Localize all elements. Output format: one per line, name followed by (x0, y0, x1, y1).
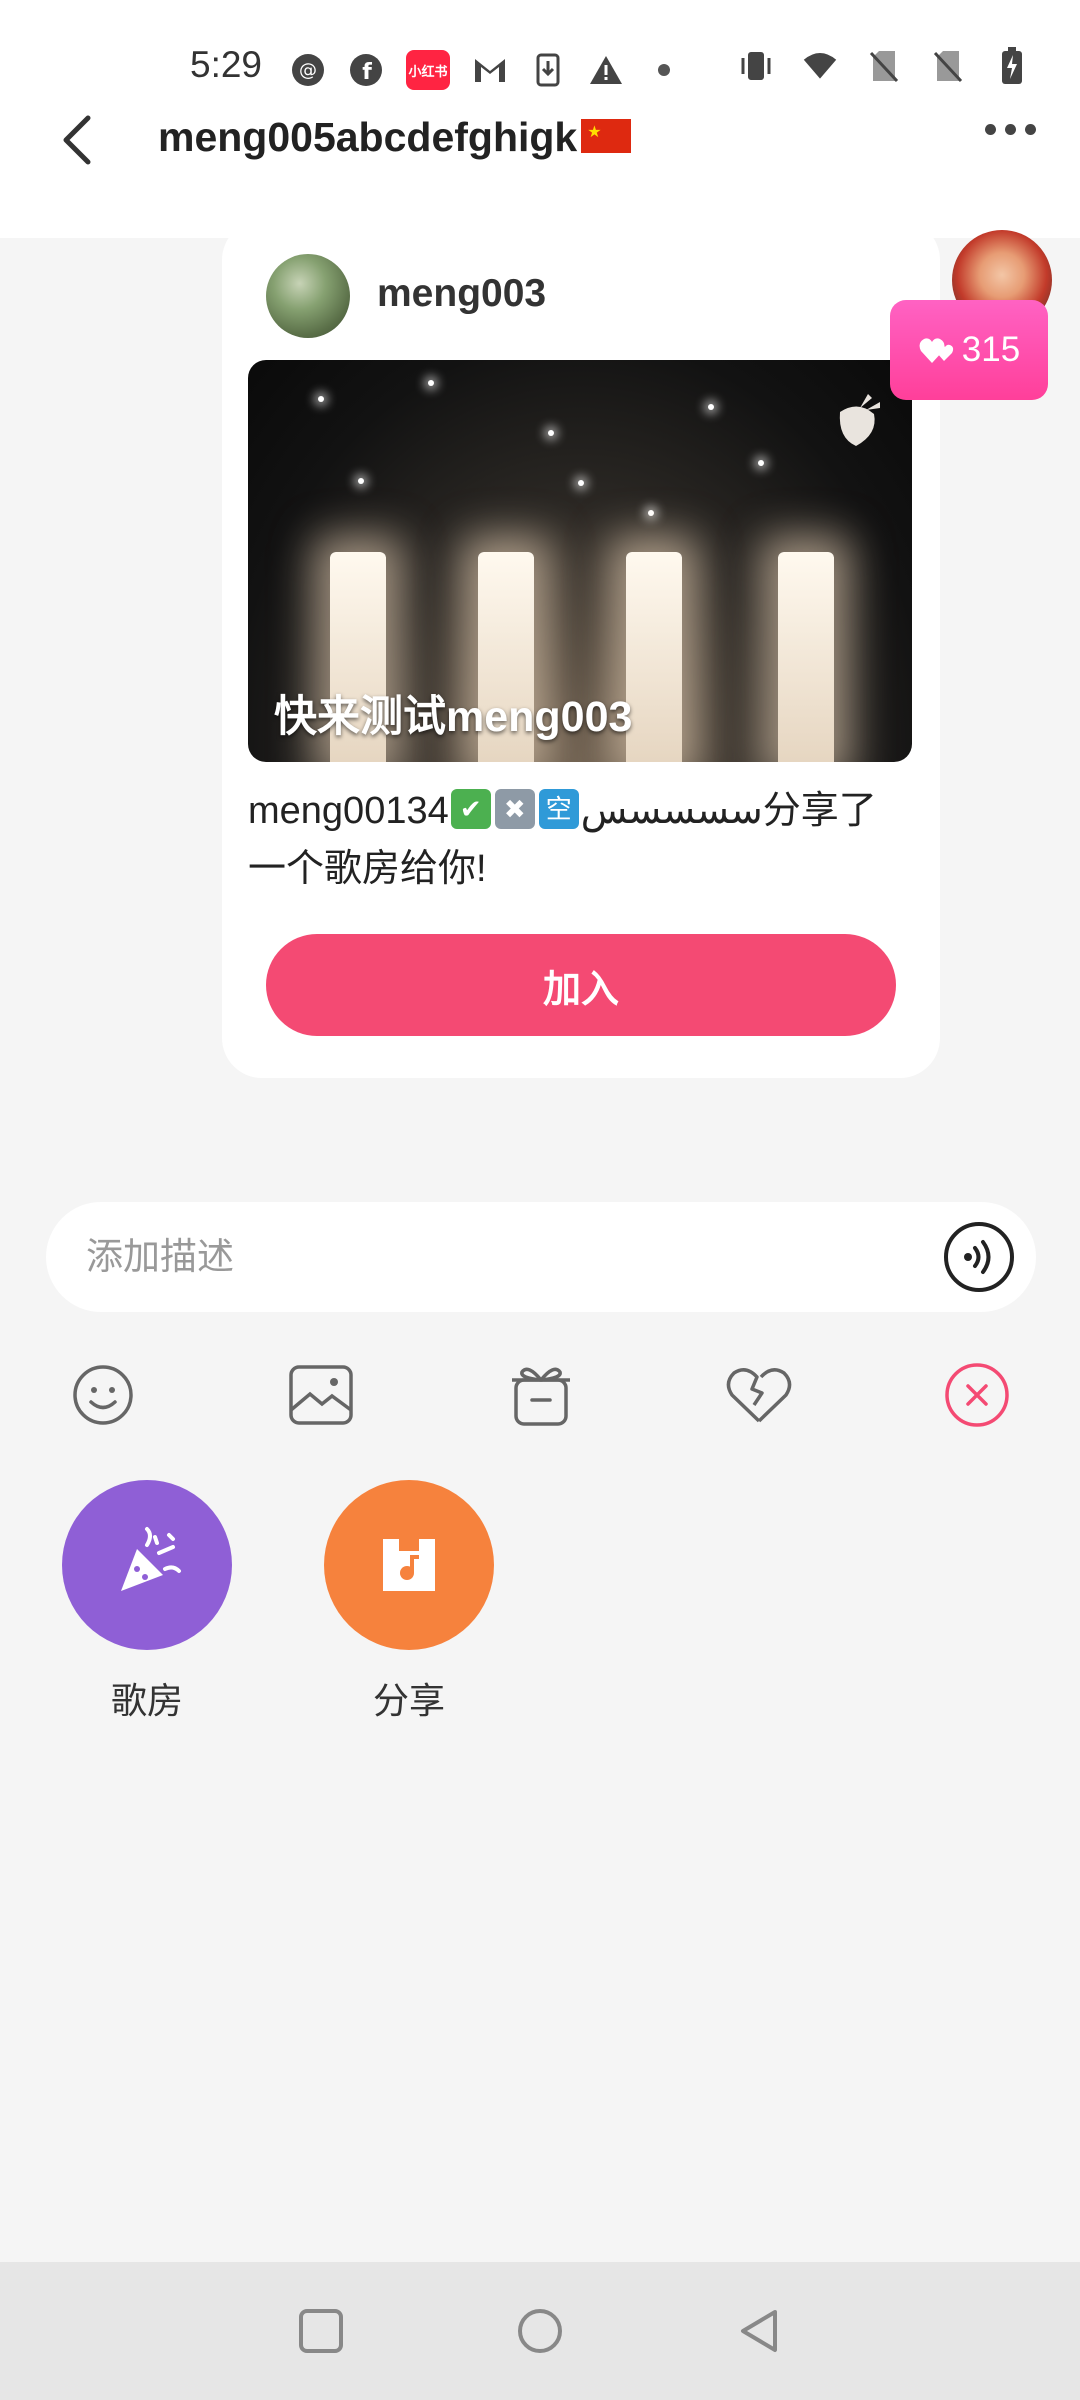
download-icon (530, 52, 566, 88)
likes-count: 315 (961, 330, 1021, 369)
no-sim-icon (866, 48, 902, 84)
back-button[interactable] (56, 114, 104, 166)
svg-text:f: f (362, 60, 372, 85)
vibrate-icon (738, 48, 774, 84)
recents-button[interactable] (296, 2306, 346, 2356)
back-nav-button[interactable] (735, 2306, 785, 2356)
share-label: 分享 (372, 1680, 445, 1721)
battery-charging-icon (994, 47, 1030, 84)
party-icon (62, 1480, 232, 1650)
input-toolbar (0, 1360, 1080, 1440)
chat-title-text: meng005abcdefghigk (158, 114, 578, 160)
warning-icon (588, 52, 624, 88)
broken-heart-icon[interactable] (724, 1360, 794, 1430)
song-room-label: 歌房 (110, 1680, 183, 1721)
wifi-icon (802, 48, 838, 84)
share-message: meng001سسسسس空✖✔34分享了一个歌房给你! (248, 782, 908, 898)
song-room-app[interactable]: 歌房 (62, 1480, 232, 1724)
sender-avatar[interactable] (266, 254, 350, 338)
sender-name: meng003 (377, 272, 547, 315)
hearts-icon (919, 338, 953, 363)
cross-emoji: ✖ (494, 788, 535, 829)
more-options-button[interactable] (985, 124, 1036, 135)
system-nav-bar (0, 2262, 1080, 2400)
status-time: 5:29 (190, 44, 263, 85)
check-emoji: ✔ (450, 788, 491, 829)
chat-header: meng005abcdefghigk ★ (0, 100, 1080, 180)
strawberry-icon (830, 390, 886, 450)
room-share-card: meng003 快来测试meng003 meng001سسسسس空✖✔34分享了… (222, 220, 940, 1078)
china-flag-icon: ★ (581, 119, 632, 154)
facebook-icon: f (348, 52, 384, 88)
svg-text:@: @ (299, 60, 317, 81)
image-icon[interactable] (286, 1360, 356, 1430)
xiaohongshu-icon: 小红书 (406, 50, 450, 90)
emoji-icon[interactable] (68, 1360, 138, 1430)
no-sim-icon-2 (930, 48, 966, 84)
more-panel: 歌房 分享 (0, 1480, 1080, 1740)
music-file-icon (324, 1480, 494, 1650)
voice-button[interactable] (942, 1220, 1016, 1294)
room-cover[interactable]: 快来测试meng003 (248, 360, 912, 762)
threads-icon: @ (290, 52, 326, 88)
room-title: 快来测试meng003 (274, 693, 633, 741)
description-input[interactable] (86, 1230, 926, 1284)
home-button[interactable] (515, 2306, 565, 2356)
dot-icon (646, 52, 682, 88)
chat-title: meng005abcdefghigk ★ (158, 114, 632, 161)
likes-badge[interactable]: 315 (890, 300, 1048, 400)
gmail-icon (472, 52, 508, 88)
input-bar (46, 1202, 1036, 1312)
gift-icon[interactable] (506, 1360, 576, 1430)
close-icon[interactable] (942, 1360, 1012, 1430)
join-button[interactable]: 加入 (266, 934, 896, 1036)
share-app[interactable]: 分享 (324, 1480, 494, 1724)
empty-emoji: 空 (538, 788, 579, 829)
